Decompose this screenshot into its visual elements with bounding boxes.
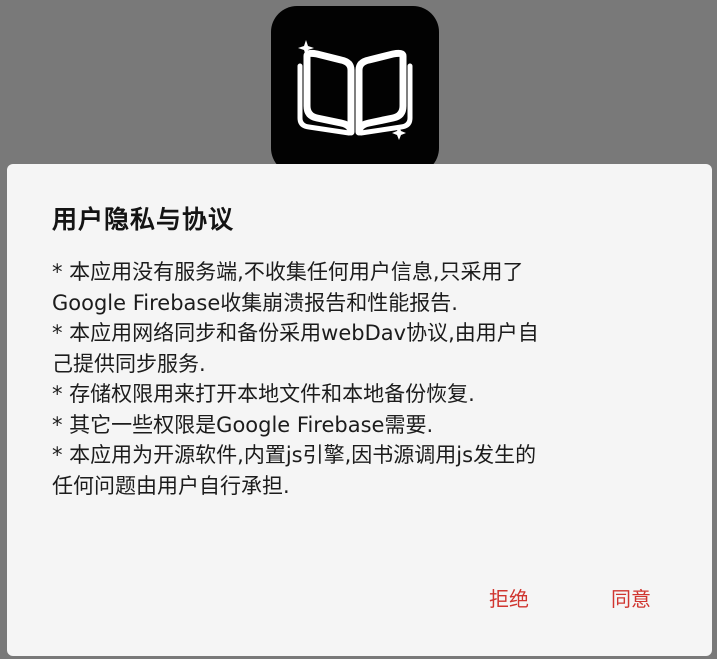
message-line: Google Firebase收集崩溃报告和性能报告. xyxy=(52,290,458,315)
message-line: 己提供同步服务. xyxy=(52,351,206,376)
message-line: * 本应用网络同步和备份采用webDav协议,由用户自 xyxy=(52,321,539,345)
message-line: * 本应用为开源软件,内置js引擎,因书源调用js发生的 xyxy=(52,443,537,467)
privacy-dialog: 用户隐私与协议 * 本应用没有服务端,不收集任何用户信息,只采用了 Google… xyxy=(7,164,712,656)
message-line: * 其它一些权限是Google Firebase需要. xyxy=(52,412,434,437)
message-line: 任何问题由用户自行承担. xyxy=(52,473,290,498)
reject-button[interactable]: 拒绝 xyxy=(489,582,529,616)
message-line: * 本应用没有服务端,不收集任何用户信息,只采用了 xyxy=(52,260,524,284)
message-line: * 存储权限用来打开本地文件和本地备份恢复. xyxy=(52,382,475,406)
app-logo xyxy=(271,6,439,174)
dialog-title: 用户隐私与协议 xyxy=(52,205,235,234)
dialog-actions: 拒绝 同意 xyxy=(7,582,712,616)
agree-button[interactable]: 同意 xyxy=(611,582,651,616)
open-book-icon xyxy=(297,40,413,140)
dialog-message: * 本应用没有服务端,不收集任何用户信息,只采用了 Google Firebas… xyxy=(52,257,662,501)
